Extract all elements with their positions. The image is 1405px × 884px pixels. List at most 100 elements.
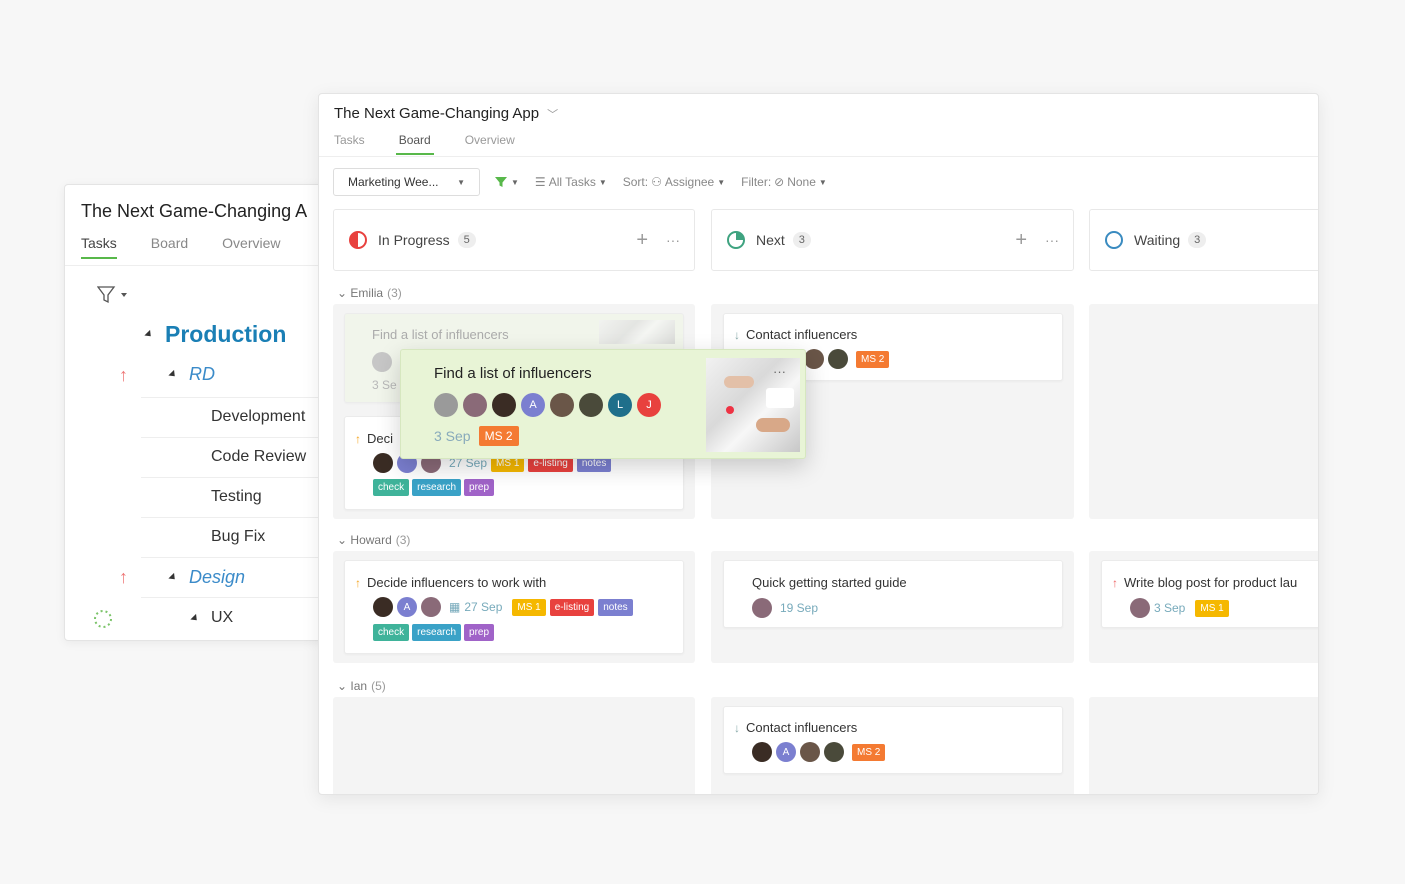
collapse-triangle-icon[interactable] <box>168 572 178 583</box>
tree-label-code-review: Code Review <box>211 448 307 465</box>
priority-up-icon: ↑ <box>1112 576 1118 590</box>
avatar <box>1130 598 1150 618</box>
avatar <box>372 352 392 372</box>
in-progress-status-icon <box>349 231 367 249</box>
column-in-progress[interactable]: In Progress 5 + ··· <box>333 209 695 271</box>
avatar <box>463 393 487 417</box>
priority-up-icon: ↑ <box>119 365 128 385</box>
task-date: 3 Sep <box>1154 601 1186 615</box>
chevron-down-icon[interactable]: ⌄ <box>337 679 347 693</box>
view-select[interactable]: Marketing Wee... ▼ <box>333 168 480 196</box>
task-card[interactable]: ↓ Contact influencers A MS 2 <box>723 706 1063 774</box>
task-card[interactable]: Quick getting started guide 19 Sep <box>723 560 1063 628</box>
caret-down-icon: ▼ <box>818 177 827 187</box>
dragged-task-card[interactable]: Find a list of influencers A L J 3 Sep M… <box>400 349 806 459</box>
lane-count: (3) <box>387 286 402 300</box>
tree-item-bug-fix[interactable]: Bug Fix <box>211 528 265 546</box>
lane-name: Howard <box>350 533 392 547</box>
avatar <box>373 453 393 473</box>
filter-icon <box>96 286 127 304</box>
column-waiting[interactable]: Waiting 3 <box>1089 209 1318 271</box>
tag-research: research <box>412 479 462 496</box>
tree-item-code-review[interactable]: Code Review <box>211 448 306 466</box>
more-icon[interactable]: ··· <box>1045 232 1059 248</box>
board-cell <box>333 697 695 794</box>
project-title[interactable]: The Next Game-Changing App ﹀ <box>334 105 558 122</box>
column-name: Next <box>756 232 785 248</box>
task-title-text: Contact influencers <box>746 327 858 342</box>
task-title-text: Contact influencers <box>746 720 858 735</box>
tag-row: check research prep <box>373 479 495 496</box>
column-count: 5 <box>457 232 476 248</box>
collapse-triangle-icon[interactable] <box>144 329 154 340</box>
lane-header-howard[interactable]: ⌄ Howard (3) <box>337 533 410 547</box>
tree-item-testing[interactable]: Testing <box>211 488 262 506</box>
column-next[interactable]: Next 3 + ··· <box>711 209 1074 271</box>
task-title-text: Write blog post for product lau <box>1124 575 1298 590</box>
tab-board[interactable]: Board <box>151 235 188 259</box>
collapse-triangle-icon[interactable] <box>168 369 178 380</box>
assignee-row: A MS 2 <box>752 742 886 762</box>
milestone-tag: MS 1 <box>1195 599 1229 617</box>
assignee-row: 3 Sep MS 1 <box>1130 598 1229 618</box>
task-thumbnail <box>599 320 675 344</box>
assignee-row <box>372 352 392 372</box>
empty-set-icon: ⊘ <box>774 175 785 189</box>
lane-header-emilia[interactable]: ⌄ Emilia (3) <box>337 286 402 300</box>
lane-name: Emilia <box>350 286 384 300</box>
tree-item-rd[interactable]: RD <box>168 364 215 385</box>
tab-tasks[interactable]: Tasks <box>81 235 117 259</box>
tree-label-ux: UX <box>211 609 234 626</box>
filter-label: Filter: <box>741 175 772 189</box>
task-card[interactable]: ↑ Write blog post for product lau 3 Sep M… <box>1101 560 1318 628</box>
loading-spinner-icon <box>94 610 112 628</box>
caret-down-icon: ▼ <box>511 177 519 187</box>
tag-check: check <box>373 624 410 641</box>
tree-item-design[interactable]: Design <box>168 567 245 588</box>
tab-overview[interactable]: Overview <box>222 235 280 259</box>
all-tasks-button[interactable]: ☰ All Tasks ▼ <box>535 175 607 189</box>
sort-button[interactable]: Sort: ⚇ Assignee ▼ <box>623 175 725 189</box>
all-tasks-label: All Tasks <box>548 175 596 189</box>
tree-item-development[interactable]: Development <box>211 408 305 426</box>
avatar <box>492 393 516 417</box>
lane-header-ian[interactable]: ⌄ Ian (5) <box>337 679 386 693</box>
tree-item-production[interactable]: Production <box>144 321 286 348</box>
project-title-text: The Next Game-Changing App <box>334 105 540 122</box>
board-toolbar: Marketing Wee... ▼ ▼ ☰ All Tasks ▼ Sort:… <box>333 168 843 196</box>
filter-dropdown[interactable]: Filter: ⊘ None ▼ <box>741 175 827 189</box>
more-icon[interactable]: ··· <box>773 364 786 379</box>
tag-row: check research prep <box>373 624 495 641</box>
tree-item-ux[interactable]: UX <box>190 609 234 627</box>
add-task-icon[interactable]: + <box>1015 229 1027 252</box>
avatar: J <box>637 393 661 417</box>
more-icon[interactable]: ··· <box>666 232 680 248</box>
list-icon: ☰ <box>534 175 546 189</box>
board-cell <box>1089 697 1318 794</box>
avatar: L <box>608 393 632 417</box>
filter-button[interactable]: ▼ <box>494 175 519 189</box>
divider <box>319 156 1318 157</box>
tab-board[interactable]: Board <box>395 133 434 155</box>
task-title-text: Decide influencers to work with <box>367 575 547 590</box>
tree-label-development: Development <box>211 408 306 425</box>
chevron-down-icon[interactable]: ⌄ <box>337 286 347 300</box>
chevron-down-icon[interactable]: ﹀ <box>547 106 558 122</box>
column-name: Waiting <box>1134 232 1181 248</box>
task-title: Quick getting started guide <box>752 575 907 590</box>
tag-check: check <box>373 479 410 496</box>
assignee-row: MS 2 <box>804 349 890 369</box>
milestone-tag: MS 2 <box>856 350 890 368</box>
tab-tasks[interactable]: Tasks <box>334 133 365 155</box>
filter-button[interactable] <box>96 285 137 305</box>
avatar <box>824 742 844 762</box>
task-card[interactable]: ↑ Decide influencers to work with A ▦ 27 … <box>344 560 684 654</box>
task-title: Find a list of influencers <box>372 327 509 342</box>
add-task-icon[interactable]: + <box>636 229 648 252</box>
chevron-down-icon[interactable]: ⌄ <box>337 533 347 547</box>
task-title: ↑ Write blog post for product lau <box>1112 575 1297 590</box>
collapse-triangle-icon[interactable] <box>190 613 200 623</box>
tab-overview[interactable]: Overview <box>465 133 515 155</box>
avatar <box>373 597 393 617</box>
tag-research: research <box>412 624 462 641</box>
